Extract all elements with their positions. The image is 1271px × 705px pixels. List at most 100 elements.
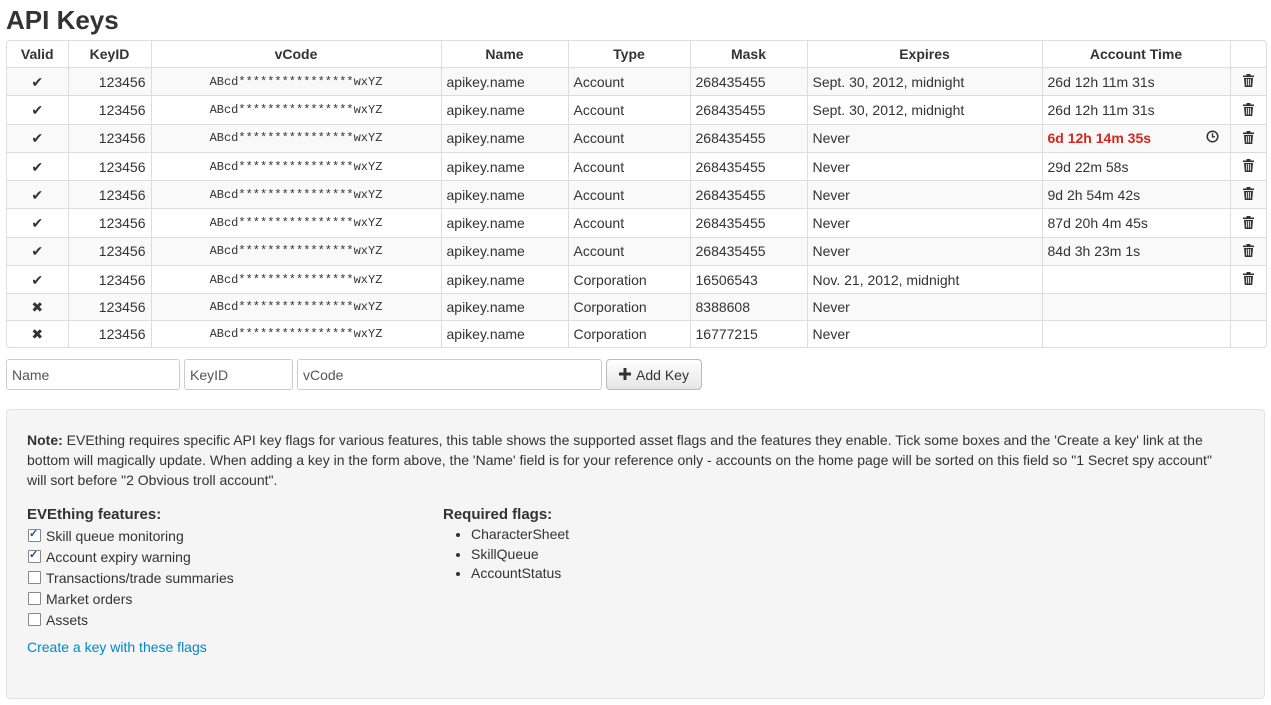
vcode-cell: ABcd****************wxYZ [150, 66, 441, 96]
mask-cell: 268435455 [689, 236, 807, 266]
actions-cell [1229, 265, 1266, 294]
expires-cell: Never [806, 236, 1042, 266]
vcode-cell: ABcd****************wxYZ [150, 180, 441, 209]
required-flags: Required flags: CharacterSheetSkillQueue… [443, 505, 743, 584]
table-header-row: Valid KeyID vCode Name Type Mask Expires… [7, 41, 1266, 68]
clock-icon [1205, 125, 1219, 151]
col-header-vcode[interactable]: vCode [150, 41, 441, 68]
type-cell: Corporation [567, 293, 690, 321]
type-cell: Corporation [567, 320, 690, 348]
valid-cell: ✔ [7, 66, 68, 96]
mask-cell: 268435455 [689, 66, 807, 96]
actions-cell [1229, 66, 1266, 96]
feature-item[interactable]: Account expiry warning [27, 546, 427, 567]
col-header-name[interactable]: Name [440, 41, 568, 68]
key-flags-panel: Note: EVEthing requires specific API key… [6, 409, 1265, 699]
mask-cell: 268435455 [689, 123, 807, 153]
keyid-cell: 123456 [67, 236, 151, 266]
vcode-input[interactable] [297, 359, 602, 390]
features-title: EVEthing features: [27, 506, 162, 523]
mask-cell: 268435455 [689, 95, 807, 125]
vcode-cell: ABcd****************wxYZ [150, 123, 441, 153]
col-header-account-time[interactable]: Account Time [1041, 41, 1230, 68]
trash-icon[interactable] [1242, 154, 1254, 180]
account-time-cell: 9d 2h 54m 42s [1041, 180, 1230, 209]
feature-checkbox[interactable] [28, 613, 41, 626]
trash-icon[interactable] [1242, 98, 1254, 124]
type-cell: Account [567, 123, 690, 153]
feature-label: Account expiry warning [46, 548, 191, 565]
feature-checkbox[interactable] [28, 548, 41, 563]
add-key-button[interactable]: Add Key [606, 359, 702, 390]
feature-checkbox[interactable] [28, 571, 41, 584]
actions-cell [1229, 95, 1266, 125]
col-header-mask[interactable]: Mask [689, 41, 807, 68]
features-list: EVEthing features: Skill queue monitorin… [27, 505, 427, 630]
col-header-expires[interactable]: Expires [806, 41, 1042, 68]
vcode-cell: ABcd****************wxYZ [150, 95, 441, 125]
account-time-cell: 87d 20h 4m 45s [1041, 208, 1230, 238]
col-header-keyid[interactable]: KeyID [67, 41, 151, 68]
feature-label: Skill queue monitoring [46, 527, 184, 544]
keyid-cell: 123456 [67, 66, 151, 96]
name-cell: apikey.name [440, 293, 568, 321]
table-row: ✔ 123456 ABcd****************wxYZ apikey.na… [7, 208, 1266, 238]
keyid-cell: 123456 [67, 123, 151, 153]
type-cell: Account [567, 66, 690, 96]
type-cell: Account [567, 208, 690, 238]
expires-cell: Sept. 30, 2012, midnight [806, 66, 1042, 96]
type-cell: Account [567, 236, 690, 266]
table-row: ✖ 123456 ABcd****************wxYZ apikey.na… [7, 320, 1266, 348]
feature-item[interactable]: Transactions/trade summaries [27, 567, 427, 588]
col-header-type[interactable]: Type [567, 41, 690, 68]
trash-icon[interactable] [1242, 267, 1254, 293]
expires-cell: Never [806, 123, 1042, 153]
account-time-value: 84d 3h 23m 1s [1047, 243, 1141, 260]
account-time-cell: 84d 3h 23m 1s [1041, 236, 1230, 266]
valid-cell: ✔ [7, 123, 68, 153]
keyid-cell: 123456 [67, 293, 151, 321]
plus-icon [619, 367, 632, 383]
trash-icon[interactable] [1242, 211, 1254, 237]
vcode-cell: ABcd****************wxYZ [150, 320, 441, 348]
create-key-link[interactable]: Create a key with these flags [27, 639, 207, 655]
feature-item[interactable]: Skill queue monitoring [27, 525, 427, 546]
vcode-cell: ABcd****************wxYZ [150, 293, 441, 321]
actions-cell [1229, 208, 1266, 238]
table-row: ✔ 123456 ABcd****************wxYZ apikey.na… [7, 236, 1266, 266]
account-time-cell [1041, 293, 1230, 321]
mask-cell: 16777215 [689, 320, 807, 348]
account-time-value: 87d 20h 4m 45s [1047, 215, 1148, 232]
mask-cell: 268435455 [689, 151, 807, 181]
actions-cell [1229, 320, 1266, 348]
note-text: Note: EVEthing requires specific API key… [27, 430, 1227, 490]
flag-item: CharacterSheet [471, 525, 743, 545]
name-cell: apikey.name [440, 123, 568, 153]
valid-cell: ✔ [7, 180, 68, 209]
feature-item[interactable]: Assets [27, 609, 427, 630]
feature-label: Transactions/trade summaries [46, 569, 234, 586]
expires-cell: Never [806, 208, 1042, 238]
feature-checkbox[interactable] [28, 592, 41, 605]
trash-icon[interactable] [1242, 239, 1254, 265]
invalid-cell: ✖ [7, 320, 68, 348]
valid-cell: ✔ [7, 151, 68, 181]
invalid-cell: ✖ [7, 293, 68, 321]
account-time-cell: 29d 22m 58s [1041, 151, 1230, 181]
actions-cell [1229, 293, 1266, 321]
account-time-cell: 26d 12h 11m 31s [1041, 95, 1230, 125]
vcode-cell: ABcd****************wxYZ [150, 151, 441, 181]
trash-icon[interactable] [1242, 69, 1254, 95]
account-time-cell [1041, 265, 1230, 294]
trash-icon[interactable] [1242, 126, 1254, 152]
col-header-valid[interactable]: Valid [7, 41, 68, 67]
name-input[interactable] [6, 359, 180, 390]
account-time-cell: 26d 12h 11m 31s [1041, 66, 1230, 96]
keyid-input[interactable] [184, 359, 293, 390]
flag-item: SkillQueue [471, 545, 743, 565]
feature-checkbox[interactable] [28, 527, 41, 542]
trash-icon[interactable] [1242, 182, 1254, 208]
name-cell: apikey.name [440, 236, 568, 266]
feature-item[interactable]: Market orders [27, 588, 427, 609]
account-time-value: 29d 22m 58s [1047, 158, 1129, 175]
